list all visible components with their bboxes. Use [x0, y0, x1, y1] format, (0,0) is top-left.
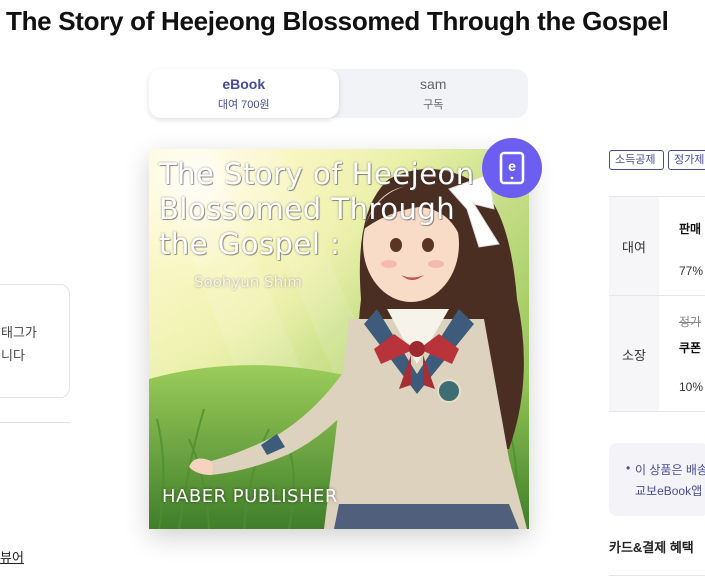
left-card-line-2: 니다: [1, 348, 25, 363]
page-title: The Story of Heejeong Blossomed Through …: [6, 6, 669, 36]
bottom-rule: [609, 575, 705, 576]
notice-box: • 이 상품은 배송 교보eBook앱: [609, 443, 705, 516]
tab-sam[interactable]: sam 구독: [339, 69, 529, 118]
card-benefit-title: 카드&결제 혜택: [609, 540, 694, 555]
purchase-discount: 10%: [679, 380, 704, 394]
notice-bullet: •: [626, 461, 631, 475]
book-cover[interactable]: The Story of Heejeon Blossomed Through t…: [149, 149, 529, 529]
notice-line-1: 이 상품은 배송: [635, 463, 705, 477]
cover-author: Soohyun Shim: [194, 273, 302, 291]
left-divider: [0, 422, 70, 423]
viewer-link[interactable]: 뷰어: [0, 547, 24, 566]
price-table: 대여 판매 77% 소장 정가 쿠폰 10%: [609, 196, 705, 412]
ebook-badge: e: [482, 138, 542, 198]
ebook-badge-letter: e: [508, 157, 516, 174]
tab-ebook[interactable]: eBook 대여 700원: [149, 69, 339, 118]
format-tabs: eBook 대여 700원 sam 구독: [149, 69, 528, 118]
tab-ebook-price: 대여 700원: [217, 98, 270, 111]
price-table-rule: [609, 411, 705, 412]
tab-sam-label: sam: [420, 75, 447, 92]
tab-sam-sub: 구독: [423, 98, 444, 111]
tag-fixed-price: 정가제: [668, 150, 705, 170]
tag-income-deduction: 소득공제: [609, 150, 664, 170]
purchase-label: 소장: [622, 348, 646, 363]
notice-line-2: 교보eBook앱: [635, 484, 703, 498]
tab-ebook-label: eBook: [222, 75, 266, 92]
cover-title: The Story of Heejeon Blossomed Through t…: [159, 157, 475, 261]
purchase-coupon-price: 쿠폰: [679, 341, 702, 355]
rental-price-label: 판매: [679, 222, 702, 236]
left-info-card: 태그가 니다: [0, 284, 70, 398]
purchase-list-price: 정가: [679, 315, 702, 329]
left-card-line-1: 태그가: [1, 325, 37, 340]
rental-discount: 77%: [679, 264, 704, 278]
rental-label: 대여: [622, 240, 646, 255]
cover-publisher: HABER PUBLISHER: [162, 486, 338, 507]
